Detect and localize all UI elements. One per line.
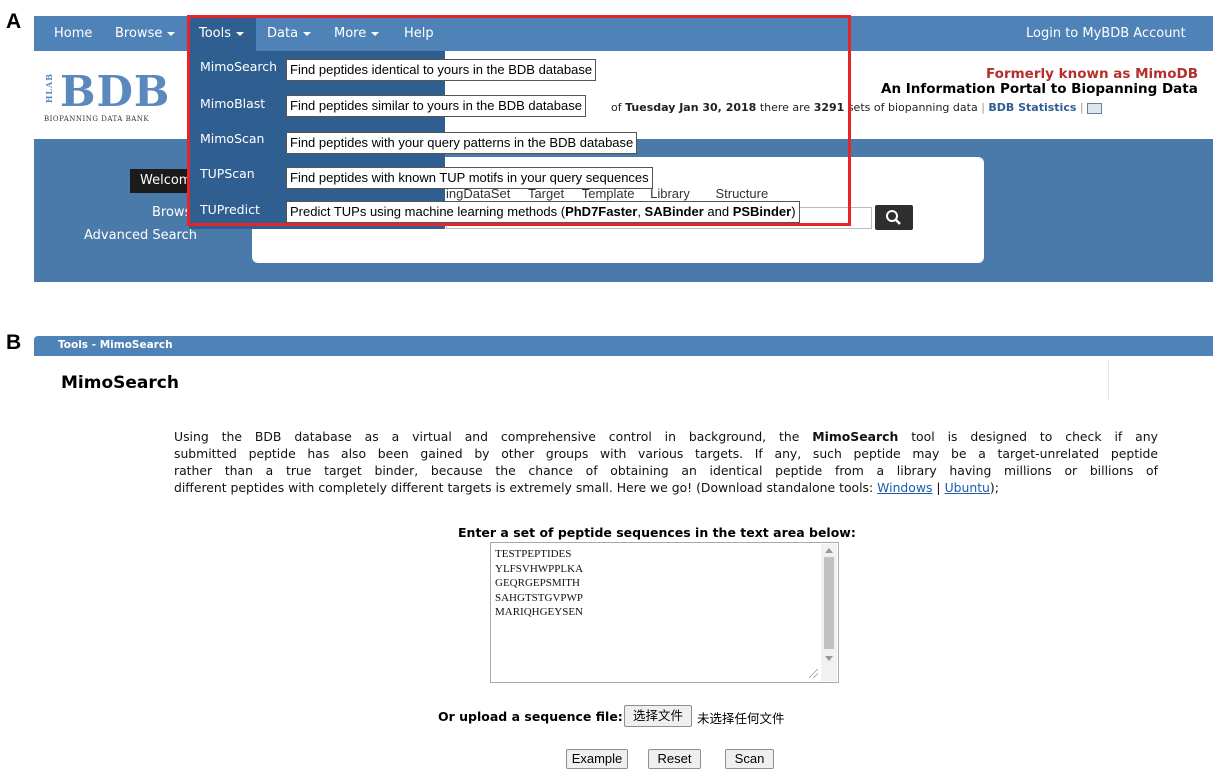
highlight-box: [187, 15, 851, 226]
logo-side-text: HLAB: [44, 73, 54, 104]
sequence-list: TESTPEPTIDES YLFSVHWPPLKA GEQRGEPSMITH S…: [495, 547, 583, 620]
sequence-line: TESTPEPTIDES: [495, 548, 572, 560]
search-button[interactable]: [875, 205, 913, 230]
resize-handle-icon[interactable]: [809, 669, 818, 678]
browse-link[interactable]: Brows: [152, 205, 191, 220]
divider: [1108, 360, 1109, 400]
sequence-line: GEQRGEPSMITH: [495, 577, 580, 589]
sequence-textarea[interactable]: TESTPEPTIDES YLFSVHWPPLKA GEQRGEPSMITH S…: [490, 542, 839, 683]
sequence-line: SAHGTSTGVPWP: [495, 591, 584, 604]
chevron-down-icon: [167, 31, 176, 36]
reset-button[interactable]: Reset: [648, 749, 701, 769]
page-title: MimoSearch: [61, 373, 179, 393]
login-link[interactable]: Login to MyBDB Account: [1026, 16, 1186, 51]
search-icon: [886, 210, 901, 225]
breadcrumb-bar: Tools - MimoSearch: [34, 336, 1213, 356]
mail-icon[interactable]: [1087, 102, 1103, 114]
panel-b-label: B: [6, 331, 22, 354]
logo-subtitle: BIOPANNING DATA BANK: [44, 115, 150, 123]
breadcrumb: Tools - MimoSearch: [58, 339, 173, 351]
sequence-line: MARIQHGEYSEN: [495, 606, 583, 618]
scroll-down-icon[interactable]: [825, 656, 833, 661]
scan-button[interactable]: Scan: [725, 749, 774, 769]
bdb-statistics-link[interactable]: BDB Statistics: [988, 101, 1076, 114]
portal-tagline: An Information Portal to Biopanning Data: [881, 81, 1198, 97]
tool-description: Using the BDB database as a virtual and …: [174, 429, 1158, 495]
ubuntu-download-link[interactable]: Ubuntu: [945, 480, 990, 495]
bdb-logo[interactable]: HLAB BDB BIOPANNING DATA BANK: [44, 65, 180, 127]
panel-a-label: A: [6, 10, 22, 33]
scroll-up-icon[interactable]: [825, 548, 833, 553]
windows-download-link[interactable]: Windows: [877, 480, 932, 495]
welcome-tab[interactable]: Welcom: [130, 169, 191, 193]
formerly-known-text: Formerly known as MimoDB: [986, 66, 1199, 82]
scrollbar-thumb[interactable]: [824, 557, 834, 649]
choose-file-button[interactable]: 选择文件: [624, 705, 692, 727]
sequence-line: YLFSVHWPPLKA: [495, 562, 584, 575]
advanced-search-link[interactable]: Advanced Search: [84, 228, 197, 243]
enter-sequences-label: Enter a set of peptide sequences in the …: [458, 525, 856, 540]
nav-browse[interactable]: Browse: [115, 16, 176, 51]
nav-home[interactable]: Home: [54, 16, 92, 51]
no-file-chosen-text: 未选择任何文件: [697, 711, 785, 726]
upload-label: Or upload a sequence file:: [438, 709, 623, 724]
logo-text: BDB: [60, 67, 171, 116]
example-button[interactable]: Example: [566, 749, 628, 769]
textarea-scrollbar[interactable]: [821, 544, 837, 681]
